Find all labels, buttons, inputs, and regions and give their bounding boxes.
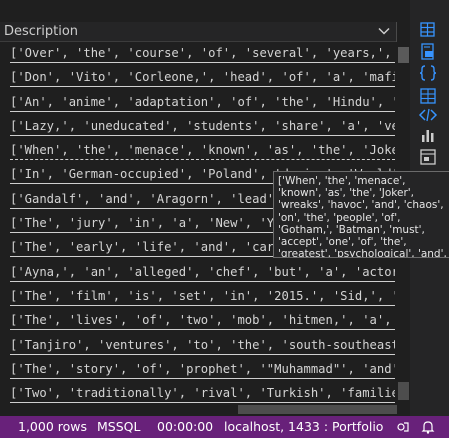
grid-top-strip	[0, 0, 410, 20]
column-header-description[interactable]: Description	[0, 22, 397, 42]
feedback-icon[interactable]	[396, 420, 410, 434]
status-row-count: 1,000 rows	[18, 419, 88, 434]
table-cell[interactable]: ['Ayna,', 'an', 'alleged', 'chef', 'but'…	[10, 264, 395, 282]
horizontal-scrollbar[interactable]	[0, 403, 397, 415]
table-cell[interactable]: ['The', 'lives', 'of', 'two', 'mob', 'hi…	[10, 312, 395, 331]
table-row[interactable]: ['Over', 'the', 'course', 'of', 'several…	[0, 42, 397, 66]
table-row[interactable]: ['Ayna,', 'an', 'alleged', 'chef', 'but'…	[0, 261, 397, 285]
visualizer-icon[interactable]	[417, 147, 439, 167]
save-as-csv-icon[interactable]	[417, 42, 439, 62]
vertical-scrollbar-thumb[interactable]	[398, 47, 409, 63]
table-cell[interactable]: ['Tanjiro', 'ventures', 'to', 'the', 'so…	[10, 337, 395, 355]
horizontal-scrollbar-thumb[interactable]	[238, 405, 397, 414]
table-cell[interactable]: ['Don', 'Vito', 'Corleone,', 'head', 'of…	[10, 69, 395, 88]
table-row[interactable]: ['Tanjiro', 'ventures', 'to', 'the', 'so…	[0, 334, 397, 358]
table-row[interactable]: ['The', 'story', 'of', 'prophet', '"Muha…	[0, 358, 397, 382]
table-row[interactable]: ['The', 'film', 'is', 'set', 'in', '2015…	[0, 285, 397, 309]
results-grid-icon[interactable]	[417, 20, 439, 40]
table-cell[interactable]: ['Two', 'traditionally', 'rival', 'Turki…	[10, 385, 395, 404]
save-as-json-icon[interactable]	[417, 63, 439, 83]
cell-tooltip: ['When', 'the', 'menace', 'known', 'as',…	[273, 171, 449, 258]
column-separator[interactable]	[396, 22, 397, 42]
vertical-scrollbar-lower-thumb[interactable]	[398, 382, 409, 400]
status-provider[interactable]: MSSQL	[97, 416, 140, 438]
table-cell[interactable]: ['The', 'story', 'of', 'prophet', '"Muha…	[10, 361, 395, 379]
chevron-down-icon[interactable]	[377, 24, 391, 38]
table-cell[interactable]: ['Over', 'the', 'course', 'of', 'several…	[10, 45, 395, 63]
table-row[interactable]: ['When', 'the', 'menace', 'known', 'as',…	[0, 139, 397, 163]
table-cell[interactable]: ['An', 'anime', 'adaptation', 'of', 'the…	[10, 94, 395, 112]
table-cell[interactable]: ['The', 'film', 'is', 'set', 'in', '2015…	[10, 288, 395, 306]
table-row[interactable]: ['Don', 'Vito', 'Corleone,', 'head', 'of…	[0, 66, 397, 90]
table-row[interactable]: ['The', 'lives', 'of', 'two', 'mob', 'hi…	[0, 309, 397, 333]
notifications-bell-icon[interactable]	[420, 419, 436, 435]
save-as-xml-icon[interactable]	[417, 105, 439, 125]
status-bar: 1,000 rows MSSQL 00:00:00 localhost, 143…	[0, 416, 449, 438]
table-cell[interactable]: ['When', 'the', 'menace', 'known', 'as',…	[10, 142, 395, 161]
chart-icon[interactable]	[417, 125, 439, 145]
status-connection[interactable]: localhost, 1433 : Portfolio	[224, 416, 383, 438]
status-elapsed-time: 00:00:00	[157, 419, 214, 434]
table-cell[interactable]: ['Lazy,', 'uneducated', 'students', 'sha…	[10, 118, 395, 136]
save-as-excel-icon[interactable]	[417, 86, 439, 106]
table-row[interactable]: ['Lazy,', 'uneducated', 'students', 'sha…	[0, 115, 397, 139]
column-header-label: Description	[4, 24, 79, 39]
table-row[interactable]: ['An', 'anime', 'adaptation', 'of', 'the…	[0, 91, 397, 115]
